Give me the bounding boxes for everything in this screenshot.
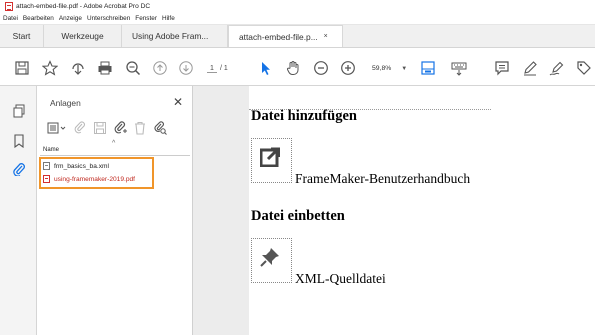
zoom-value: 59,8% [372, 65, 392, 72]
pages-icon[interactable] [12, 104, 26, 118]
sort-ascending-icon: ^ [112, 140, 116, 147]
name-column-header[interactable]: ^ Name [40, 140, 190, 156]
save-attachment-icon[interactable] [93, 121, 107, 135]
tab-label: Start [12, 31, 31, 41]
tab-label: Using Adobe Fram... [132, 31, 209, 41]
page-indicator: 1/ 1 [207, 65, 228, 73]
sign-icon[interactable] [549, 60, 565, 76]
embed-text: XML-Quelldatei [295, 271, 386, 286]
star-icon[interactable] [42, 60, 58, 76]
menu-anzeige[interactable]: Anzeige [59, 15, 82, 22]
zoom-plus-icon[interactable] [340, 60, 356, 76]
zoom-select[interactable]: 59,8% ▼ [372, 65, 407, 72]
paperclip-icon[interactable] [12, 162, 26, 177]
document-viewport[interactable]: Datei hinzufügen FrameMaker-Benutzerhand… [193, 86, 595, 335]
tab-using-adobe-framemaker[interactable]: Using Adobe Fram... [122, 25, 228, 47]
main-toolbar: 1/ 1 59,8% ▼ [0, 48, 595, 86]
embedded-file-box[interactable] [251, 238, 292, 283]
pdf-page: Datei hinzufügen FrameMaker-Benutzerhand… [249, 86, 595, 335]
link-text[interactable]: FrameMaker-Benutzerhandbuch [295, 171, 470, 187]
panel-title: Anlagen [50, 98, 81, 108]
window-title: attach-embed-file.pdf - Adobe Acrobat Pr… [16, 3, 151, 10]
close-icon[interactable]: ✕ [173, 95, 183, 109]
external-link-icon [259, 147, 281, 168]
zoom-out-search-icon[interactable] [125, 60, 141, 76]
tab-bar: Start Werkzeuge Using Adobe Fram... atta… [0, 25, 595, 48]
page-down-icon[interactable] [178, 60, 194, 76]
page-total: / 1 [220, 65, 228, 72]
upload-icon[interactable] [70, 60, 86, 76]
comment-icon[interactable] [494, 60, 510, 76]
tab-label: Werkzeuge [61, 31, 104, 41]
attachments-highlight-box [39, 157, 154, 189]
column-label: Name [43, 147, 60, 153]
panel-toolbar [47, 120, 173, 136]
bookmark-icon[interactable] [12, 134, 26, 149]
open-attachment-icon[interactable] [73, 121, 87, 135]
tag-icon[interactable] [576, 60, 592, 76]
fit-page-icon[interactable] [420, 60, 436, 76]
pushpin-icon [260, 247, 280, 267]
navigation-rail [0, 86, 37, 335]
zoom-minus-icon[interactable] [313, 60, 329, 76]
menu-unterschreiben[interactable]: Unterschreiben [87, 15, 130, 22]
title-bar: attach-embed-file.pdf - Adobe Acrobat Pr… [0, 0, 595, 13]
tab-label: attach-embed-file.p... [239, 31, 318, 42]
tab-attach-embed-file[interactable]: attach-embed-file.p... × [228, 25, 343, 47]
keyboard-icon[interactable] [451, 60, 467, 76]
heading-add-file: Datei hinzufügen [251, 108, 357, 124]
hand-icon[interactable] [285, 60, 301, 76]
heading-embed-file: Datei einbetten [251, 208, 345, 224]
print-icon[interactable] [97, 60, 113, 76]
page-number-input[interactable]: 1 [207, 65, 217, 73]
add-attachment-icon[interactable] [113, 121, 127, 135]
trash-icon[interactable] [133, 121, 147, 135]
attachments-panel: Anlagen ✕ ^ Name frm_basics_ba.xml using… [37, 86, 193, 335]
search-attachment-icon[interactable] [153, 121, 167, 135]
select-cursor-icon[interactable] [258, 60, 274, 76]
tab-werkzeuge[interactable]: Werkzeuge [44, 25, 122, 47]
tab-close-icon[interactable]: × [324, 33, 328, 40]
menu-hilfe[interactable]: Hilfe [162, 15, 175, 22]
menu-fenster[interactable]: Fenster [135, 15, 157, 22]
pen-icon[interactable] [522, 60, 538, 76]
menu-bar: Datei Bearbeiten Anzeige Unterschreiben … [0, 13, 595, 25]
attachment-link-box[interactable] [251, 138, 292, 183]
options-menu-icon[interactable] [47, 121, 67, 135]
chevron-down-icon: ▼ [401, 65, 408, 72]
tab-start[interactable]: Start [0, 25, 44, 47]
save-icon[interactable] [14, 60, 30, 76]
acrobat-file-icon [5, 2, 13, 11]
menu-bearbeiten[interactable]: Bearbeiten [23, 15, 54, 22]
page-up-icon[interactable] [152, 60, 168, 76]
menu-datei[interactable]: Datei [3, 15, 18, 22]
